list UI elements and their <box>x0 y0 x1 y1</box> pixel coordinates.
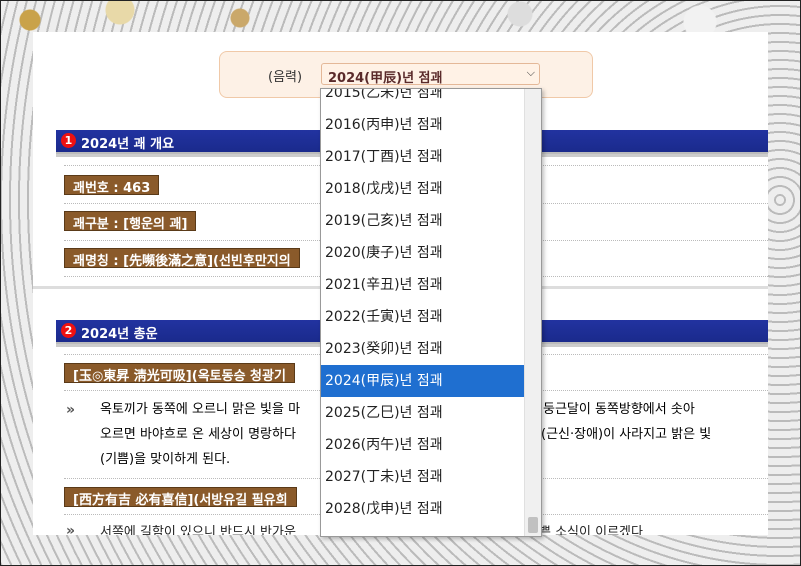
paragraph-line: 오르면 바야흐로 온 세상이 명랑하다 <box>100 427 296 442</box>
lunar-label: (음력) <box>268 70 303 85</box>
gwae-name-tag: 괘명칭 : [先嚬後滿之意](선빈후만지의 <box>64 248 300 269</box>
dropdown-option[interactable]: 2023(癸卯)년 점괘 <box>321 333 524 365</box>
year-select[interactable]: 2024(甲辰)년 점괘 ⌵ <box>321 63 540 86</box>
gwae-category-tag: 괘구분 : [행운의 괘] <box>64 211 197 232</box>
paragraph-line: (근신·장애)이 사라지고 밝은 빛 <box>541 427 712 442</box>
dropdown-option[interactable]: 2024(甲辰)년 점괘 <box>321 365 524 397</box>
dropdown-option[interactable]: 2019(己亥)년 점괘 <box>321 205 524 237</box>
double-arrow-icon: » <box>66 523 75 535</box>
dropdown-scrollbar[interactable] <box>524 89 541 536</box>
section-title: 2024년 괘 개요 <box>81 137 175 152</box>
dropdown-options: 2015(乙未)년 점괘 2016(丙申)년 점괘 2017(丁酉)년 점괘 2018… <box>321 89 524 525</box>
scrollbar-thumb[interactable] <box>528 517 538 533</box>
fortune-title-tag: [玉◎東昇 淸光可吸](옥토동승 청광기 <box>64 363 295 384</box>
paragraph-line: 옥토끼가 동쪽에 오르니 맑은 빛을 마 <box>100 402 301 417</box>
section-number-badge: 1 <box>61 133 76 148</box>
section-title: 2024년 총운 <box>81 327 158 342</box>
paragraph-line: 서쪽에 길함이 있으니 반드시 반가운 <box>100 525 296 535</box>
dropdown-option[interactable]: 2021(辛丑)년 점괘 <box>321 269 524 301</box>
paragraph-line: 쁜 소식이 이르겠다 <box>539 525 643 535</box>
dropdown-option[interactable]: 2022(壬寅)년 점괘 <box>321 301 524 333</box>
chevron-down-icon: ⌵ <box>526 66 535 79</box>
dropdown-option[interactable]: 2018(戊戌)년 점괘 <box>321 173 524 205</box>
dropdown-option[interactable]: 2016(丙申)년 점괘 <box>321 109 524 141</box>
dropdown-option[interactable]: 2020(庚子)년 점괘 <box>321 237 524 269</box>
fortune-subtitle-tag: [西方有吉 必有喜信](서방유길 필유희 <box>64 487 297 508</box>
dropdown-option[interactable]: 2026(丙午)년 점괘 <box>321 429 524 461</box>
gwae-number-tag: 괘번호 : 463 <box>64 175 160 196</box>
dropdown-option[interactable]: 2028(戊申)년 점괘 <box>321 493 524 525</box>
year-select-value: 2024(甲辰)년 점괘 <box>328 71 443 86</box>
dropdown-option[interactable]: 2027(丁未)년 점괘 <box>321 461 524 493</box>
paragraph-line: 둥근달이 동쪽방향에서 솟아 <box>543 402 695 417</box>
dropdown-option[interactable]: 2015(乙未)년 점괘 <box>321 89 524 109</box>
paragraph-line: (기쁨)을 맞이하게 된다. <box>100 452 231 467</box>
section-number-badge: 2 <box>61 323 76 338</box>
dropdown-option[interactable]: 2017(丁酉)년 점괘 <box>321 141 524 173</box>
year-dropdown-list[interactable]: 2015(乙未)년 점괘 2016(丙申)년 점괘 2017(丁酉)년 점괘 2018… <box>320 88 542 537</box>
dropdown-option[interactable]: 2025(乙巳)년 점괘 <box>321 397 524 429</box>
